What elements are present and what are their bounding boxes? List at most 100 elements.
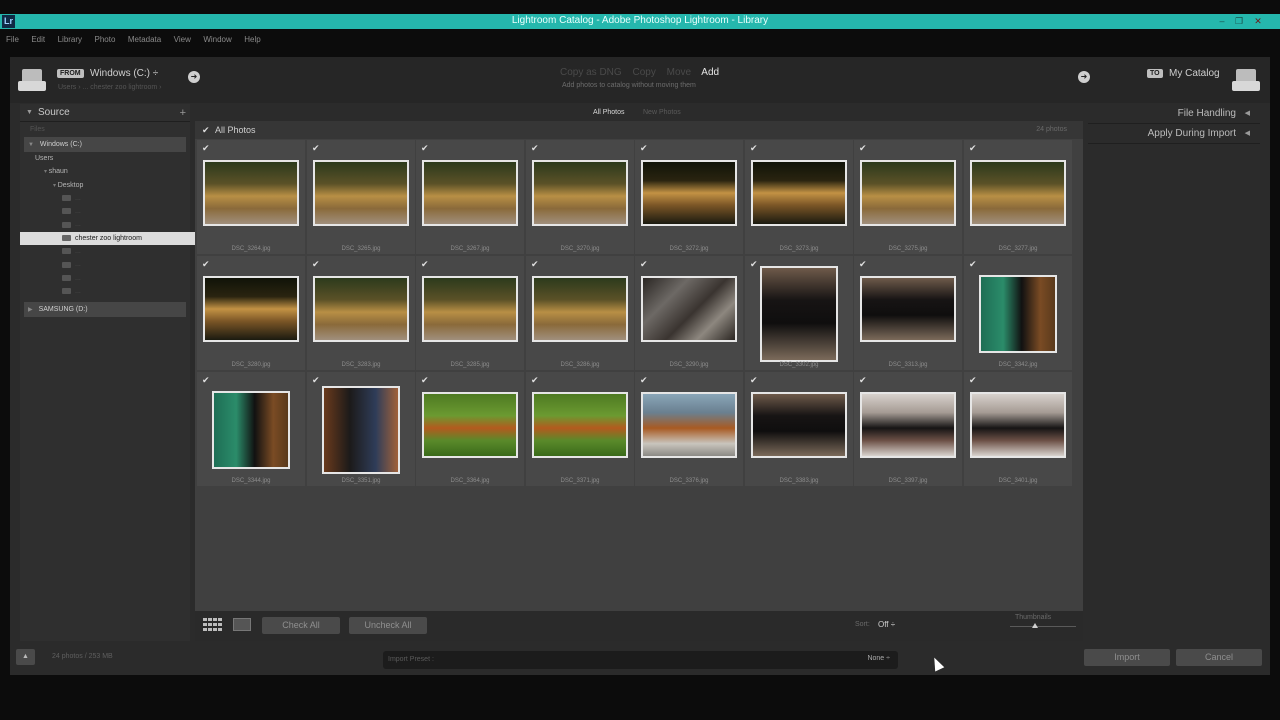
photo-thumbnail[interactable] (641, 392, 737, 458)
photo-cell[interactable]: ✔ DSC_3344.jpg (197, 372, 305, 486)
photo-thumbnail[interactable] (532, 160, 628, 226)
photo-thumbnail[interactable] (203, 160, 299, 226)
photo-checkbox-icon[interactable]: ✔ (312, 143, 320, 154)
restore-icon[interactable]: ❐ (1231, 14, 1247, 29)
photo-thumbnail[interactable] (641, 276, 737, 342)
mode-move[interactable]: Move (667, 67, 691, 78)
file-handling-section[interactable]: File Handling ◀ (1088, 104, 1260, 124)
source-panel-header[interactable]: ▼ Source + (20, 104, 190, 122)
photo-checkbox-icon[interactable]: ✔ (859, 143, 867, 154)
photo-cell[interactable]: ✔ DSC_3290.jpg (635, 256, 743, 370)
show-more-options-icon[interactable]: ▲ (16, 649, 35, 665)
photo-checkbox-icon[interactable]: ✔ (640, 143, 648, 154)
apply-during-import-section[interactable]: Apply During Import ◀ (1088, 124, 1260, 144)
photo-thumbnail[interactable] (979, 275, 1057, 353)
photo-checkbox-icon[interactable]: ✔ (202, 143, 210, 154)
volume-samsung-d[interactable]: ▶ SAMSUNG (D:) (24, 302, 186, 318)
folder-tree-item[interactable]: ... (20, 192, 190, 205)
photo-checkbox-icon[interactable]: ✔ (969, 375, 977, 386)
photo-checkbox-icon[interactable]: ✔ (531, 375, 539, 386)
photo-cell[interactable]: ✔ DSC_3371.jpg (526, 372, 634, 486)
photo-thumbnail[interactable] (860, 160, 956, 226)
photo-checkbox-icon[interactable]: ✔ (202, 375, 210, 386)
source-arrow-icon[interactable]: ➜ (188, 71, 200, 83)
folder-chester-zoo-lightroom[interactable]: chester zoo lightroom (20, 231, 198, 246)
menu-window[interactable]: Window (203, 33, 231, 47)
tab-new-photos[interactable]: New Photos (643, 109, 681, 116)
photo-cell[interactable]: ✔ DSC_3401.jpg (964, 372, 1072, 486)
photo-checkbox-icon[interactable]: ✔ (421, 375, 429, 386)
photo-thumbnail[interactable] (322, 386, 400, 474)
import-preset-bar[interactable]: Import Preset : None ÷ (383, 651, 898, 669)
source-volume-selector[interactable]: Windows (C:) ÷ (90, 68, 158, 79)
check-all-checkbox-icon[interactable]: ✔ (202, 121, 210, 139)
folder-tree-item[interactable]: ... (20, 245, 190, 258)
photo-thumbnail[interactable] (970, 392, 1066, 458)
photo-checkbox-icon[interactable]: ✔ (421, 143, 429, 154)
folder-tree-item[interactable]: ... (20, 285, 190, 298)
photo-cell[interactable]: ✔ DSC_3264.jpg (197, 140, 305, 254)
photo-checkbox-icon[interactable]: ✔ (750, 259, 758, 270)
destination-catalog[interactable]: My Catalog (1169, 68, 1220, 79)
mode-add[interactable]: Add (701, 67, 719, 78)
photo-thumbnail[interactable] (970, 160, 1066, 226)
photo-cell[interactable]: ✔ DSC_3272.jpg (635, 140, 743, 254)
photo-thumbnail[interactable] (751, 160, 847, 226)
photo-cell[interactable]: ✔ DSC_3342.jpg (964, 256, 1072, 370)
photo-checkbox-icon[interactable]: ✔ (640, 375, 648, 386)
photo-thumbnail[interactable] (212, 391, 290, 469)
folder-tree-item[interactable]: ... (20, 258, 190, 271)
thumbnail-size-slider[interactable] (1010, 626, 1076, 627)
volume-windows-c[interactable]: ▼ Windows (C:) (24, 137, 186, 152)
menu-edit[interactable]: Edit (31, 33, 45, 47)
photo-thumbnail[interactable] (313, 276, 409, 342)
menu-view[interactable]: View (174, 33, 191, 47)
mode-copy[interactable]: Copy (632, 67, 655, 78)
photo-cell[interactable]: ✔ DSC_3277.jpg (964, 140, 1072, 254)
mode-copy-as-dng[interactable]: Copy as DNG (560, 67, 622, 78)
photo-cell[interactable]: ✔ DSC_3283.jpg (307, 256, 415, 370)
folder-tree-item[interactable]: ▾ Desktop (20, 179, 190, 192)
photo-cell[interactable]: ✔ DSC_3376.jpg (635, 372, 743, 486)
loupe-view-icon[interactable] (233, 618, 251, 631)
photo-cell[interactable]: ✔ DSC_3285.jpg (416, 256, 524, 370)
photo-checkbox-icon[interactable]: ✔ (202, 259, 210, 270)
photo-thumbnail[interactable] (422, 276, 518, 342)
photo-checkbox-icon[interactable]: ✔ (312, 375, 320, 386)
photo-cell[interactable]: ✔ DSC_3273.jpg (745, 140, 853, 254)
photo-cell[interactable]: ✔ DSC_3265.jpg (307, 140, 415, 254)
close-icon[interactable]: ✕ (1250, 14, 1266, 29)
photo-checkbox-icon[interactable]: ✔ (969, 259, 977, 270)
photo-thumbnail[interactable] (203, 276, 299, 342)
photo-checkbox-icon[interactable]: ✔ (312, 259, 320, 270)
minimize-icon[interactable]: – (1214, 14, 1230, 29)
uncheck-all-button[interactable]: Uncheck All (349, 617, 427, 634)
photo-cell[interactable]: ✔ DSC_3397.jpg (854, 372, 962, 486)
photo-thumbnail[interactable] (860, 392, 956, 458)
photo-thumbnail[interactable] (760, 266, 838, 362)
check-all-button[interactable]: Check All (262, 617, 340, 634)
photo-cell[interactable]: ✔ DSC_3275.jpg (854, 140, 962, 254)
menu-photo[interactable]: Photo (95, 33, 116, 47)
folder-tree-item[interactable]: ... (20, 218, 190, 231)
photo-checkbox-icon[interactable]: ✔ (859, 259, 867, 270)
photo-cell[interactable]: ✔ DSC_3351.jpg (307, 372, 415, 486)
folder-tree-item[interactable]: ... (20, 272, 190, 285)
photo-thumbnail[interactable] (422, 392, 518, 458)
photo-checkbox-icon[interactable]: ✔ (640, 259, 648, 270)
photo-checkbox-icon[interactable]: ✔ (421, 259, 429, 270)
menu-file[interactable]: File (6, 33, 19, 47)
import-button[interactable]: Import (1084, 649, 1170, 666)
photo-thumbnail[interactable] (641, 160, 737, 226)
add-source-icon[interactable]: + (180, 104, 186, 122)
photo-cell[interactable]: ✔ DSC_3270.jpg (526, 140, 634, 254)
photo-cell[interactable]: ✔ DSC_3364.jpg (416, 372, 524, 486)
slider-handle-icon[interactable] (1032, 623, 1038, 628)
photo-cell[interactable]: ✔ DSC_3383.jpg (745, 372, 853, 486)
cancel-button[interactable]: Cancel (1176, 649, 1262, 666)
photo-checkbox-icon[interactable]: ✔ (531, 259, 539, 270)
photo-cell[interactable]: ✔ DSC_3313.jpg (854, 256, 962, 370)
photo-checkbox-icon[interactable]: ✔ (969, 143, 977, 154)
menu-library[interactable]: Library (58, 33, 82, 47)
sort-selector[interactable]: Off ÷ (878, 620, 895, 629)
